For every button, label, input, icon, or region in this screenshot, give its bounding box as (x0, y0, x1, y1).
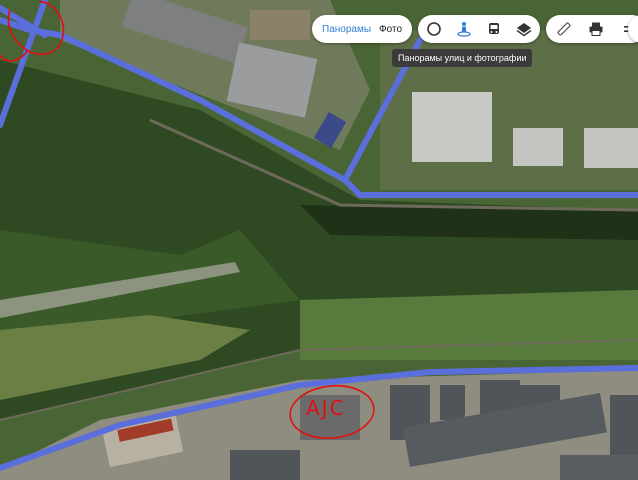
tab-photos[interactable]: Фото (379, 24, 402, 35)
transit-bus-icon[interactable] (486, 21, 502, 37)
tooltip-panoramas: Панорамы улиц и фотографии (392, 49, 533, 67)
tool-controls (546, 15, 638, 43)
satellite-map[interactable]: AJC Панорамы Фото Панорамы улиц и фотогр… (0, 0, 638, 480)
panorama-tabs: Панорамы Фото (312, 15, 413, 43)
ruler-icon[interactable] (556, 21, 572, 37)
print-icon[interactable] (588, 21, 604, 37)
road-upper[interactable] (0, 17, 638, 198)
hand-annotations (0, 1, 375, 440)
annotation-label: AJC (306, 396, 346, 420)
layers-circle-icon[interactable] (426, 21, 442, 37)
map-toolbar: Панорамы Фото (312, 15, 638, 43)
map-layers-icon[interactable] (516, 21, 532, 37)
tab-panoramas[interactable]: Панорамы (322, 24, 371, 35)
panorama-man-icon[interactable] (456, 21, 472, 37)
layer-controls (418, 15, 541, 43)
